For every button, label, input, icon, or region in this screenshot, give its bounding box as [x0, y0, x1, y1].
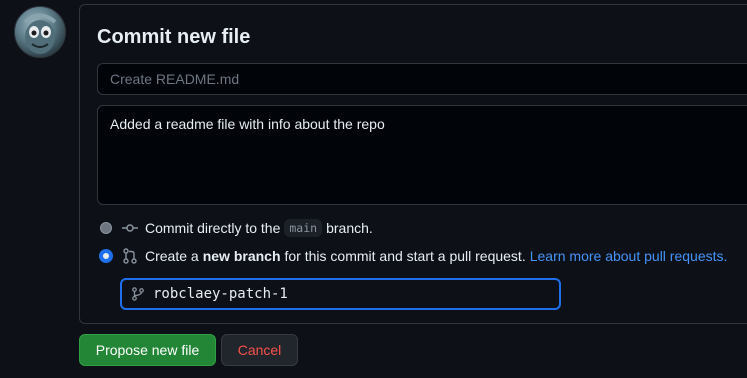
user-avatar-icon — [23, 13, 57, 54]
new-branch-prefix: Create a — [145, 248, 199, 264]
commit-form: Commit new file Added a readme file with… — [79, 4, 747, 324]
branch-name-badge: main — [284, 219, 323, 237]
branch-name-input[interactable] — [153, 286, 553, 302]
branch-name-field[interactable] — [120, 278, 561, 310]
git-branch-icon — [131, 287, 145, 301]
avatar[interactable] — [14, 6, 66, 58]
commit-direct-prefix: Commit directly to the — [145, 220, 281, 236]
new-branch-radio[interactable] — [100, 250, 112, 262]
commit-direct-suffix: branch. — [326, 220, 373, 236]
commit-direct-option[interactable]: Commit directly to the main branch. — [100, 219, 373, 237]
page-title: Commit new file — [97, 26, 251, 48]
git-commit-icon — [122, 220, 138, 236]
new-branch-bold: new branch — [202, 248, 281, 264]
cancel-button[interactable]: Cancel — [221, 334, 298, 366]
new-branch-option[interactable]: Create a new branch for this commit and … — [100, 248, 727, 264]
commit-summary-input[interactable] — [97, 63, 747, 95]
propose-new-file-button[interactable]: Propose new file — [79, 334, 216, 366]
commit-page: Commit new file Added a readme file with… — [0, 0, 747, 378]
commit-direct-radio[interactable] — [100, 222, 112, 234]
commit-description-textarea[interactable]: Added a readme file with info about the … — [97, 105, 747, 205]
new-branch-suffix: for this commit and start a pull request… — [284, 248, 526, 264]
learn-more-link[interactable]: Learn more about pull requests. — [530, 248, 728, 264]
git-pull-request-icon — [122, 248, 138, 264]
